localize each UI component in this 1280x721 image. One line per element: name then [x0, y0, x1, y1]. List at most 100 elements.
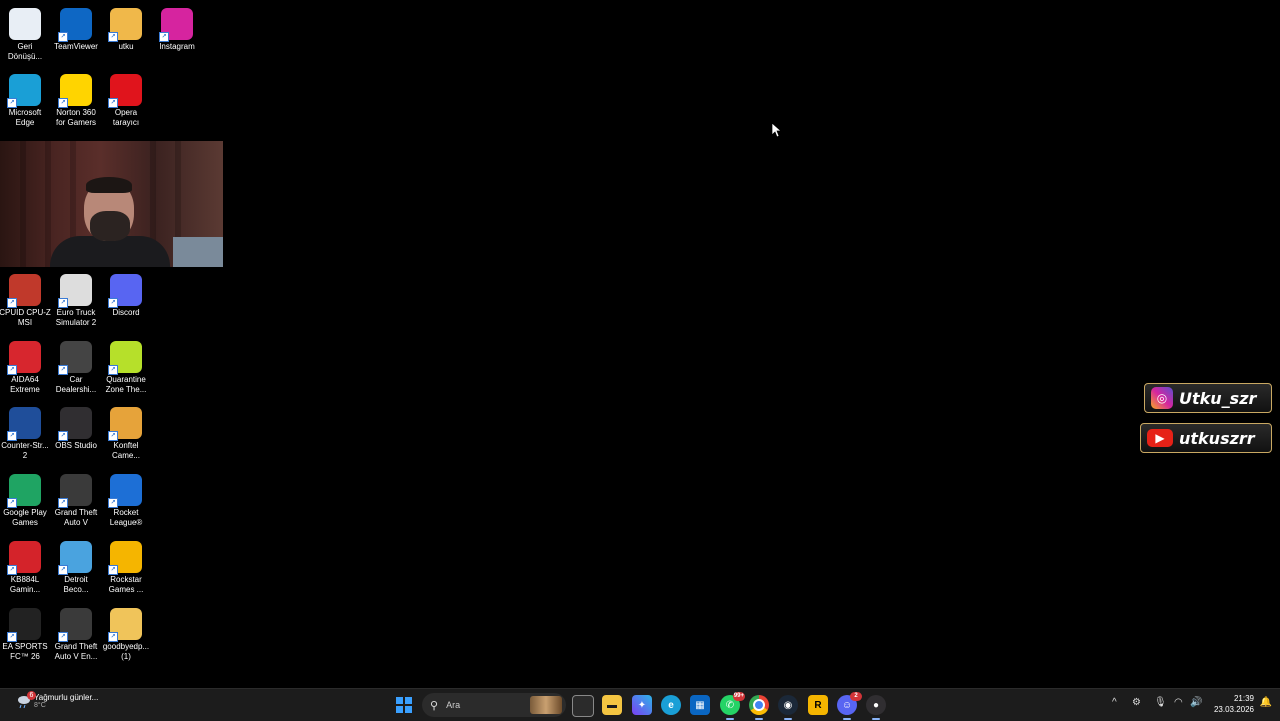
shortcut-arrow-icon: ↗ [7, 365, 17, 375]
shortcut-arrow-icon: ↗ [159, 32, 169, 42]
desktop-icon[interactable]: ↗ Grand Theft Auto V [51, 474, 101, 528]
start-button[interactable] [396, 697, 412, 713]
notification-bell-icon[interactable]: 🔔 [1260, 697, 1272, 708]
shortcut-arrow-icon: ↗ [108, 431, 118, 441]
desktop-icon[interactable]: ↗ EA SPORTS FC™ 26 [0, 608, 50, 662]
chevron-up-icon[interactable]: ^ [1112, 697, 1117, 708]
desktop-icon-label: Grand Theft Auto V En... [54, 642, 98, 661]
ets2-icon: ↗ [58, 274, 92, 308]
desktop-icon[interactable]: ↗ Konftel Came... [101, 407, 151, 461]
gta5-icon: ↗ [58, 474, 92, 508]
desktop-icon[interactable]: ↗ Norton 360 for Gamers [51, 74, 101, 128]
desktop-icon-label: KB884L Gamin... [9, 575, 41, 594]
discord-taskbar-icon[interactable]: ☺ 2 [837, 692, 862, 720]
recycle-bin-icon [9, 8, 41, 40]
desktop-icon[interactable]: Geri Dönüşü... [0, 8, 50, 62]
edge-taskbar-icon[interactable]: e [661, 695, 681, 715]
weather-widget[interactable]: 6 Yağmurlu günler... 8°C [16, 691, 99, 709]
shortcut-arrow-icon: ↗ [7, 98, 17, 108]
wifi-icon[interactable]: ◠ [1174, 697, 1183, 708]
shortcut-arrow-icon: ↗ [58, 632, 68, 642]
clock-date: 23.03.2026 [1213, 705, 1254, 714]
rocket-league-icon: ↗ [108, 474, 142, 508]
desktop-icon[interactable]: ↗ Discord [101, 274, 151, 318]
file-explorer-icon[interactable]: ▬ [602, 695, 622, 715]
desktop-icon[interactable]: ↗ Grand Theft Auto V En... [51, 608, 101, 662]
desktop-icon[interactable]: ↗ AIDA64 Extreme [0, 341, 50, 395]
network-settings-icon[interactable]: ⚙ [1132, 697, 1141, 708]
desktop-icon[interactable]: ↗ Euro Truck Simulator 2 [51, 274, 101, 328]
desktop-icon-label: Konftel Came... [111, 441, 140, 460]
taskbar-search[interactable]: ⚲ Ara [422, 693, 566, 717]
weather-title: Yağmurlu günler... [34, 693, 99, 702]
desktop-icon-label: Opera tarayıcı [112, 108, 140, 127]
desktop-icon[interactable]: ↗ KB884L Gamin... [0, 541, 50, 595]
steam-icon[interactable]: ◉ [778, 695, 798, 720]
obs-taskbar-icon[interactable]: ● [866, 695, 886, 720]
desktop-icon[interactable]: ↗ CPUID CPU-Z MSI [0, 274, 51, 328]
car-dealership-icon: ↗ [58, 341, 92, 375]
desktop-icon-label: Geri Dönüşü... [7, 42, 43, 61]
desktop-icon-label: Instagram [159, 42, 195, 51]
shortcut-arrow-icon: ↗ [7, 498, 17, 508]
desktop-icon-label: EA SPORTS FC™ 26 [2, 642, 48, 661]
desktop-icon-label: Counter-Str... 2 [1, 441, 49, 460]
desktop-icon-label: Detroit Beco... [63, 575, 89, 594]
desktop-icon-label: TeamViewer [54, 42, 98, 51]
microsoft-store-icon[interactable]: ▦ [690, 695, 710, 715]
weather-temp: 8°C [34, 702, 46, 709]
desktop-icon[interactable]: ↗ Rockstar Games ... [101, 541, 151, 595]
desktop-icon[interactable]: ↗ Microsoft Edge [0, 74, 50, 128]
desktop-icon[interactable]: ↗ Car Dealershi... [51, 341, 101, 395]
desktop-icon[interactable]: ↗ OBS Studio [51, 407, 101, 451]
rockstar-icon: ↗ [108, 541, 142, 575]
discord-icon: ↗ [108, 274, 142, 308]
desktop-icon[interactable]: ↗ Detroit Beco... [51, 541, 101, 595]
desktop-icon[interactable]: ↗ Instagram [152, 8, 202, 52]
shortcut-arrow-icon: ↗ [58, 431, 68, 441]
desktop-icon-label: Quarantine Zone The... [105, 375, 147, 394]
copilot-icon[interactable]: ✦ [632, 695, 652, 715]
desktop-icon[interactable]: ↗ Rocket League® [101, 474, 151, 528]
desktop-icon[interactable]: ↗ Counter-Str... 2 [0, 407, 50, 461]
edge-icon: ↗ [7, 74, 41, 108]
instagram-icon: ↗ [159, 8, 193, 42]
shortcut-arrow-icon: ↗ [58, 565, 68, 575]
obs-icon: ↗ [58, 407, 92, 441]
desktop-icon[interactable]: ↗ Opera tarayıcı [101, 74, 151, 128]
mouse-cursor-icon [772, 123, 782, 138]
instagram-icon: ◎ [1151, 387, 1173, 409]
search-highlight-image [530, 696, 562, 714]
desktop-icon-label: Discord [112, 308, 140, 317]
kb884l-icon: ↗ [7, 541, 41, 575]
microphone-icon[interactable]: 🎙 [1154, 697, 1167, 708]
desktop-icon[interactable]: ↗ Quarantine Zone The... [101, 341, 151, 395]
shortcut-arrow-icon: ↗ [58, 32, 68, 42]
desktop-icon[interactable]: ↗ TeamViewer [51, 8, 101, 52]
folder-icon: ↗ [108, 8, 142, 42]
shortcut-arrow-icon: ↗ [58, 298, 68, 308]
desktop-icon[interactable]: ↗ Google Play Games [0, 474, 50, 528]
quarantine-zone-icon: ↗ [108, 341, 142, 375]
desktop-icon[interactable]: ↗ goodbyedp... (1) [101, 608, 151, 662]
cpuz-icon: ↗ [7, 274, 41, 308]
desktop-icon-label: Rocket League® [109, 508, 143, 527]
counter-strike-icon: ↗ [7, 407, 41, 441]
whatsapp-icon[interactable]: ✆ 99+ [720, 692, 745, 720]
shortcut-arrow-icon: ↗ [108, 98, 118, 108]
youtube-badge: ▶ utkuszrr [1140, 423, 1272, 453]
shortcut-arrow-icon: ↗ [108, 298, 118, 308]
taskbar: 6 Yağmurlu günler... 8°C ⚲ Ara ▬ ✦ e ▦ ✆… [0, 688, 1280, 721]
clock[interactable]: 21:39 23.03.2026 [1214, 693, 1254, 715]
shortcut-arrow-icon: ↗ [108, 498, 118, 508]
task-view-icon[interactable] [572, 695, 594, 717]
desktop-icon-label: goodbyedp... (1) [102, 642, 150, 661]
volume-icon[interactable]: 🔊 [1190, 697, 1202, 708]
shortcut-arrow-icon: ↗ [58, 498, 68, 508]
chrome-icon[interactable] [749, 695, 769, 720]
desktop-icon[interactable]: ↗ utku [101, 8, 151, 52]
teamviewer-icon: ↗ [58, 8, 92, 42]
desktop-icon-label: Google Play Games [3, 508, 47, 527]
rockstar-launcher-icon[interactable]: R [808, 695, 828, 715]
gta5-enhanced-icon: ↗ [58, 608, 92, 642]
